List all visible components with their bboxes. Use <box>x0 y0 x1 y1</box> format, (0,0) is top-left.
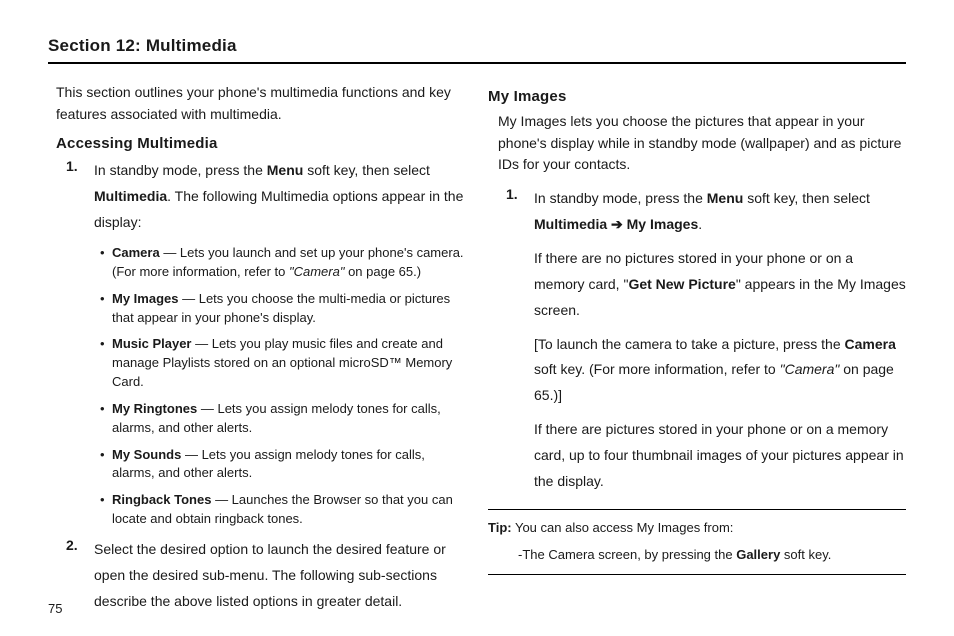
gallery-key: Gallery <box>736 547 780 562</box>
bullet-musicplayer: •Music Player — Lets you play music file… <box>100 335 466 392</box>
multimedia-key: Multimedia <box>94 188 167 204</box>
right-column: My Images My Images lets you choose the … <box>488 82 906 621</box>
t: In standby mode, press the <box>94 162 267 178</box>
bullet-label: My Images <box>112 291 178 306</box>
page-number: 75 <box>48 601 62 616</box>
bullet-myimages: •My Images — Lets you choose the multi-m… <box>100 290 466 328</box>
bullet-label: My Sounds <box>112 447 181 462</box>
bullet-label: Ringback Tones <box>112 492 211 507</box>
t: -The Camera screen, by pressing the <box>518 547 736 562</box>
t: soft key. <box>780 547 831 562</box>
t: on page 65.) <box>344 264 421 279</box>
bullet-ringback: •Ringback Tones — Launches the Browser s… <box>100 491 466 529</box>
path-multimedia: Multimedia <box>534 216 607 232</box>
divider-tip-top <box>488 509 906 510</box>
step-body: In standby mode, press the Menu soft key… <box>534 186 906 495</box>
step-body: In standby mode, press the Menu soft key… <box>94 158 466 236</box>
tip-line: Tip: You can also access My Images from: <box>488 518 906 538</box>
subheading-myimages: My Images <box>488 88 906 105</box>
step-2: 2. Select the desired option to launch t… <box>66 537 466 615</box>
p4: If there are pictures stored in your pho… <box>534 417 906 495</box>
bullet-icon: • <box>100 290 112 328</box>
ref: "Camera" <box>289 264 344 279</box>
myimages-intro: My Images lets you choose the pictures t… <box>498 111 906 176</box>
bullet-list: •Camera — Lets you launch and set up you… <box>100 244 466 529</box>
section-title: Section 12: Multimedia <box>48 36 906 56</box>
bullet-icon: • <box>100 335 112 392</box>
step-1: 1. In standby mode, press the Menu soft … <box>66 158 466 236</box>
right-step-1: 1. In standby mode, press the Menu soft … <box>506 186 906 495</box>
menu-key: Menu <box>267 162 304 178</box>
content-columns: This section outlines your phone's multi… <box>48 82 906 621</box>
bullet-label: Music Player <box>112 336 192 351</box>
bullet-camera: •Camera — Lets you launch and set up you… <box>100 244 466 282</box>
tip-sub: -The Camera screen, by pressing the Gall… <box>518 547 906 562</box>
bullet-label: Camera <box>112 245 160 260</box>
tip-text: You can also access My Images from: <box>512 520 734 535</box>
bullet-icon: • <box>100 491 112 529</box>
divider-tip-bottom <box>488 574 906 575</box>
tip-label: Tip: <box>488 520 512 535</box>
t: soft key. (For more information, refer t… <box>534 361 780 377</box>
step-number: 2. <box>66 537 94 615</box>
divider-top <box>48 62 906 64</box>
t: In standby mode, press the <box>534 190 707 206</box>
bullet-icon: • <box>100 244 112 282</box>
menu-key: Menu <box>707 190 744 206</box>
arrow-icon: ➔ <box>607 216 627 232</box>
step-number: 1. <box>66 158 94 236</box>
camera-key: Camera <box>845 336 896 352</box>
bullet-mysounds: •My Sounds — Lets you assign melody tone… <box>100 446 466 484</box>
t: soft key, then select <box>303 162 430 178</box>
step-body: Select the desired option to launch the … <box>94 537 466 615</box>
left-column: This section outlines your phone's multi… <box>48 82 466 621</box>
t: soft key, then select <box>743 190 870 206</box>
bullet-label: My Ringtones <box>112 401 197 416</box>
bullet-icon: • <box>100 446 112 484</box>
ref: "Camera" <box>780 361 840 377</box>
step-number: 1. <box>506 186 534 495</box>
bullet-icon: • <box>100 400 112 438</box>
bullet-myringtones: •My Ringtones — Lets you assign melody t… <box>100 400 466 438</box>
get-new-picture: Get New Picture <box>628 276 735 292</box>
t: . <box>698 216 702 232</box>
t: [To launch the camera to take a picture,… <box>534 336 845 352</box>
path-myimages: My Images <box>627 216 699 232</box>
subheading-accessing: Accessing Multimedia <box>56 135 466 152</box>
intro-text: This section outlines your phone's multi… <box>56 82 466 125</box>
